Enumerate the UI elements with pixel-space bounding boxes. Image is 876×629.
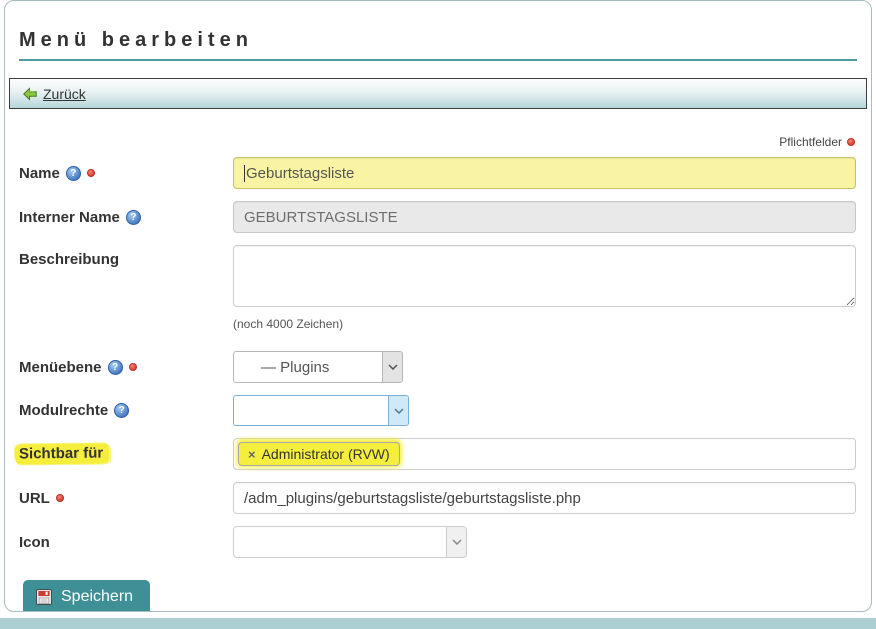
- remove-tag-icon[interactable]: ×: [248, 448, 256, 461]
- module-rights-selected-value: [234, 396, 388, 425]
- chevron-down-icon: [382, 352, 402, 382]
- description-label-group: Beschreibung: [19, 251, 233, 268]
- selected-role-tag-label: Administrator (RVW): [262, 446, 390, 462]
- back-link[interactable]: Zurück: [22, 86, 86, 102]
- icon-label-group: Icon: [19, 534, 233, 551]
- icon-select[interactable]: [233, 526, 467, 558]
- help-icon[interactable]: ?: [114, 403, 129, 418]
- toolbar: Zurück: [9, 78, 867, 109]
- menu-level-label-group: Menüebene ?: [19, 359, 233, 376]
- description-field-group: (noch 4000 Zeichen): [233, 245, 856, 351]
- icon-selected-value: [234, 527, 446, 557]
- menu-level-label: Menüebene: [19, 359, 102, 376]
- form-row-internal-name: Interner Name ?: [19, 201, 857, 233]
- main-panel: Menü bearbeiten Zurück Pflichtfelder Nam…: [4, 0, 872, 612]
- visible-for-multiselect[interactable]: × Administrator (RVW): [233, 438, 856, 470]
- form-row-menu-level: Menüebene ? — Plugins: [19, 351, 857, 383]
- url-input[interactable]: [233, 482, 856, 514]
- required-marker-icon: [847, 138, 855, 146]
- url-label-group: URL: [19, 490, 233, 507]
- edit-menu-form: Pflichtfelder Name ? Geburtstagsliste In…: [5, 135, 871, 612]
- url-label: URL: [19, 490, 50, 507]
- menu-level-selected-value: — Plugins: [234, 352, 382, 382]
- required-icon: [129, 363, 137, 371]
- visible-for-label: Sichtbar für: [15, 444, 109, 465]
- icon-label: Icon: [19, 534, 50, 551]
- save-button[interactable]: Speichern: [23, 580, 150, 612]
- page-title: Menü bearbeiten: [19, 29, 857, 61]
- form-row-module-rights: Modulrechte ?: [19, 395, 857, 426]
- description-textarea[interactable]: [233, 245, 856, 307]
- internal-name-input: [233, 201, 856, 233]
- selected-role-tag: × Administrator (RVW): [238, 442, 400, 466]
- floppy-disk-icon: [36, 589, 52, 605]
- back-arrow-icon: [22, 86, 38, 102]
- help-icon[interactable]: ?: [108, 360, 123, 375]
- text-cursor: [244, 165, 245, 182]
- module-rights-label: Modulrechte: [19, 402, 108, 419]
- menu-level-select[interactable]: — Plugins: [233, 351, 403, 383]
- name-input[interactable]: Geburtstagsliste: [233, 157, 856, 189]
- form-row-name: Name ? Geburtstagsliste: [19, 157, 857, 189]
- name-input-value: Geburtstagsliste: [246, 165, 354, 182]
- save-button-label: Speichern: [61, 588, 133, 606]
- form-row-description: Beschreibung (noch 4000 Zeichen): [19, 245, 857, 351]
- required-icon: [56, 494, 64, 502]
- module-rights-select[interactable]: [233, 395, 409, 426]
- name-label-group: Name ?: [19, 165, 233, 182]
- required-fields-note: Pflichtfelder: [19, 135, 855, 149]
- page-background-band: [0, 618, 876, 629]
- description-label: Beschreibung: [19, 251, 119, 268]
- form-row-url: URL: [19, 482, 857, 514]
- required-icon: [87, 169, 95, 177]
- form-row-visible-for: Sichtbar für × Administrator (RVW): [19, 438, 857, 470]
- name-label: Name: [19, 165, 60, 182]
- visible-for-label-group: Sichtbar für: [19, 444, 233, 464]
- back-link-label: Zurück: [43, 86, 86, 102]
- help-icon[interactable]: ?: [66, 166, 81, 181]
- internal-name-label: Interner Name: [19, 209, 120, 226]
- form-row-icon: Icon: [19, 526, 857, 558]
- module-rights-label-group: Modulrechte ?: [19, 402, 233, 419]
- characters-remaining-counter: (noch 4000 Zeichen): [233, 317, 856, 331]
- chevron-down-icon: [446, 527, 466, 557]
- required-fields-label: Pflichtfelder: [779, 135, 842, 149]
- help-icon[interactable]: ?: [126, 210, 141, 225]
- internal-name-label-group: Interner Name ?: [19, 209, 233, 226]
- chevron-down-icon: [388, 396, 408, 425]
